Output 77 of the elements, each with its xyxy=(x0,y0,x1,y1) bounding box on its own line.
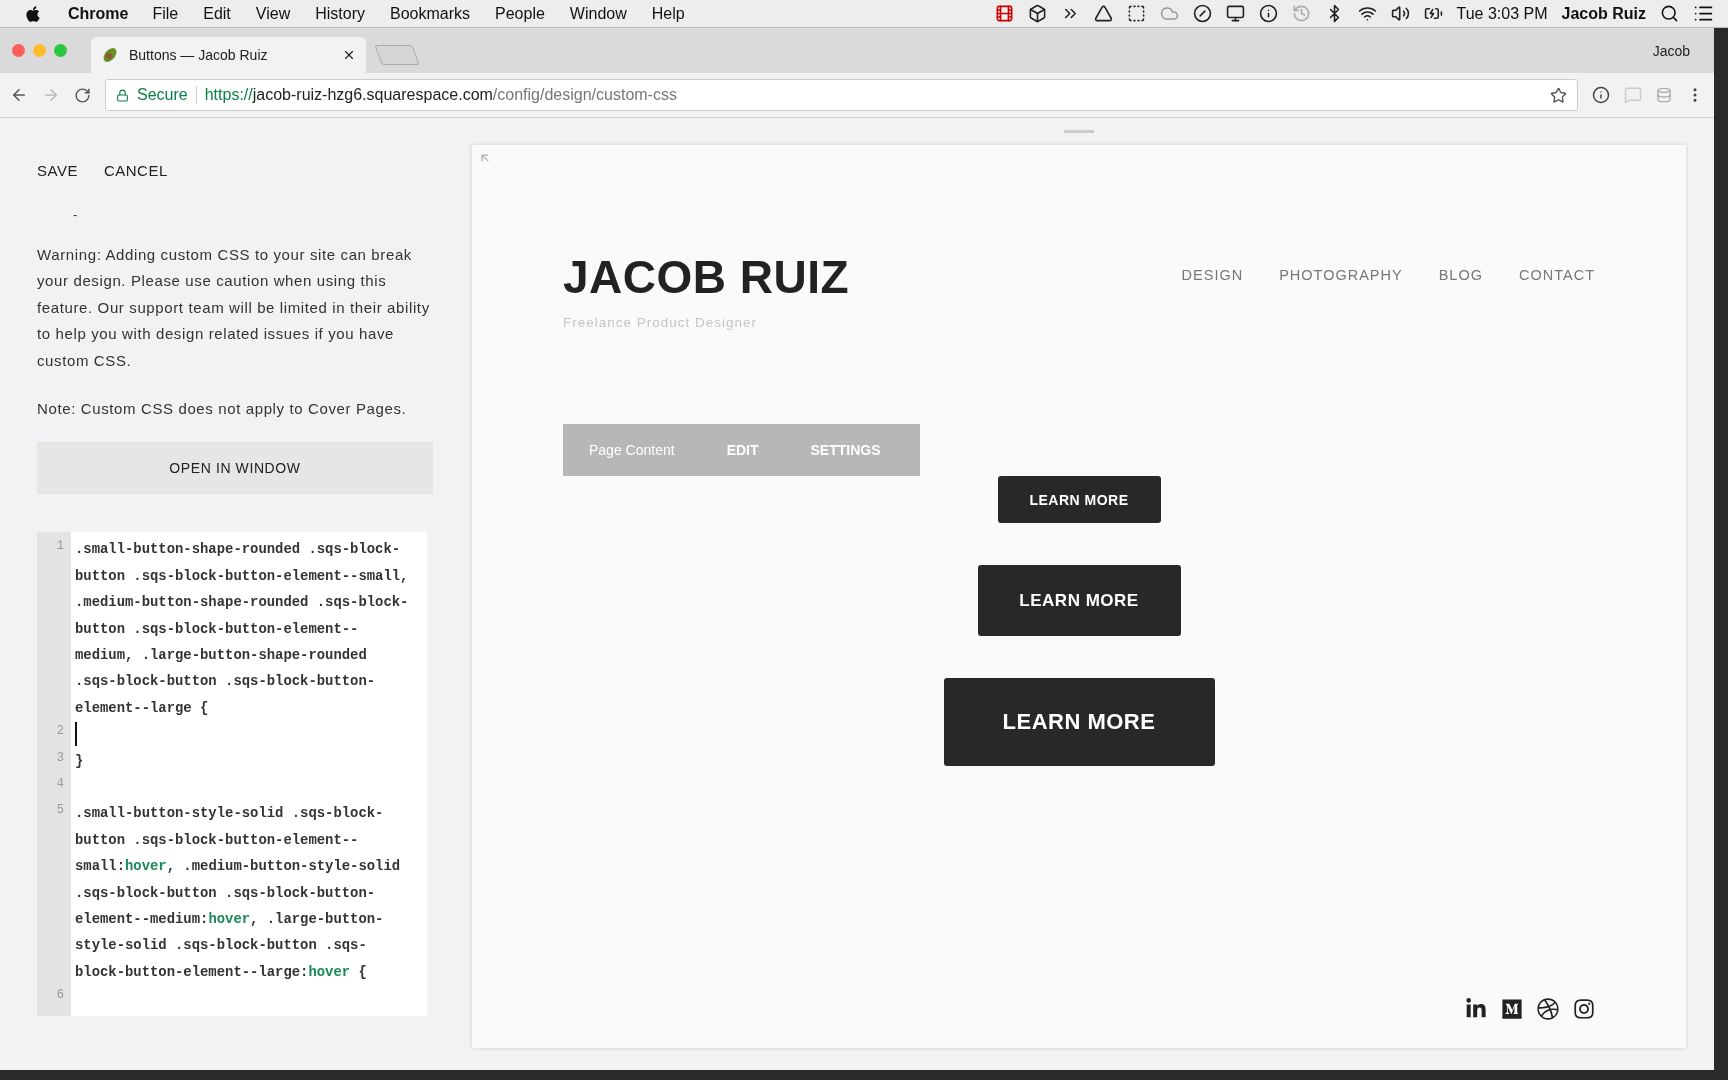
lock-icon xyxy=(116,88,129,102)
back-icon[interactable] xyxy=(10,86,28,104)
line-number: 3 xyxy=(56,750,64,765)
reload-icon[interactable] xyxy=(74,86,91,104)
instagram-icon[interactable] xyxy=(1573,998,1595,1020)
secure-label: Secure xyxy=(137,86,197,104)
code-line: button .sqs-block-button-element-- xyxy=(75,619,359,639)
code-line: element--large { xyxy=(75,698,209,718)
apple-icon[interactable] xyxy=(24,4,42,23)
note-text: Note: Custom CSS does not apply to Cover Pages. xyxy=(37,399,408,420)
close-icon[interactable] xyxy=(342,48,356,62)
code-line: .medium-button-shape-rounded .sqs-block- xyxy=(75,593,409,613)
info-icon[interactable] xyxy=(1592,86,1610,104)
linkedin-icon[interactable] xyxy=(1465,998,1487,1020)
triangle-icon[interactable] xyxy=(1093,4,1113,23)
code-line: small:hover, .medium-button-style-solid xyxy=(75,857,401,877)
nav-link[interactable]: PHOTOGRAPHY xyxy=(1279,267,1403,283)
user-name[interactable]: Jacob Ruiz xyxy=(1561,4,1646,23)
film-icon[interactable] xyxy=(994,4,1014,23)
menu-item[interactable]: Chrome xyxy=(68,4,129,23)
line-number: 5 xyxy=(56,803,64,818)
line-number: 4 xyxy=(56,776,64,791)
menu-item[interactable]: View xyxy=(255,4,291,23)
address-field[interactable]: Secure https://jacob-ruiz-hzg6.squarespace.com/config/design/custom-css xyxy=(105,79,1578,111)
code-line: .sqs-block-button .sqs-block-button- xyxy=(75,672,376,692)
code-line: button .sqs-block-button-element--small, xyxy=(75,566,409,586)
code-line: .small-button-style-solid .sqs-block- xyxy=(75,804,384,824)
square-icon[interactable] xyxy=(1126,4,1146,23)
warning-text: Warning: Adding custom CSS to your site can break your design. Please use caution when using this feature. Our support team will be limited in their ability to help you with design related issues if you have custom CSS. xyxy=(37,245,431,371)
menu-item[interactable]: Window xyxy=(569,4,627,23)
code-line: block-button-element--large:hover { xyxy=(75,962,367,982)
action-link[interactable]: CANCEL xyxy=(103,162,168,179)
menu-item[interactable]: File xyxy=(152,4,179,23)
menu-item[interactable]: People xyxy=(495,4,545,23)
learn-more-button[interactable]: LEARN MORE xyxy=(977,565,1181,636)
volume-icon[interactable] xyxy=(1390,4,1410,23)
code-line: .sqs-block-button .sqs-block-button- xyxy=(75,883,376,903)
url-text: https://jacob-ruiz-hzg6.squarespace.com/config/design/custom-css xyxy=(204,86,677,104)
profile-name[interactable]: Jacob xyxy=(1652,42,1690,59)
menu-item[interactable]: History xyxy=(315,4,365,23)
line-number: 2 xyxy=(56,724,64,739)
learn-more-button[interactable]: LEARN MORE xyxy=(943,678,1215,766)
code-line: element--medium:hover, .large-button- xyxy=(75,909,384,929)
star-icon[interactable] xyxy=(1550,86,1567,104)
menu-item[interactable]: Help xyxy=(651,4,685,23)
code-line: medium, .large-button-shape-rounded xyxy=(75,646,367,665)
menu-item[interactable]: Edit xyxy=(203,4,231,23)
nav-link[interactable]: DESIGN xyxy=(1181,267,1244,283)
line-number: 1 xyxy=(56,539,64,554)
clock[interactable]: Tue 3:03 PM xyxy=(1456,4,1548,23)
box-icon[interactable] xyxy=(1027,4,1047,23)
monitor-icon[interactable] xyxy=(1225,4,1245,23)
nav-link[interactable]: BLOG xyxy=(1438,267,1483,283)
resize-handle[interactable] xyxy=(1064,130,1094,133)
dash-mark: - xyxy=(73,207,78,222)
action-link[interactable]: SAVE xyxy=(37,162,78,179)
dribbble-icon[interactable] xyxy=(1537,998,1559,1020)
medium-icon[interactable] xyxy=(1501,998,1523,1020)
code-editor[interactable] xyxy=(37,532,427,1017)
menu-item[interactable]: Bookmarks xyxy=(390,4,470,23)
wifi-icon[interactable] xyxy=(1357,4,1377,23)
browser-tab[interactable]: Buttons — Jacob Ruiz xyxy=(91,37,366,73)
open-in-window-button[interactable]: OPEN IN WINDOW xyxy=(37,442,433,495)
code-line: button .sqs-block-button-element-- xyxy=(75,830,359,850)
circle-slash-icon[interactable] xyxy=(1192,4,1212,23)
site-title: JACOB RUIZ xyxy=(563,250,850,305)
tab-title: Buttons — Jacob Ruiz xyxy=(129,47,269,63)
avocado-icon xyxy=(101,46,119,64)
code-line: } xyxy=(75,751,84,771)
code-line: .small-button-shape-rounded .sqs-block- xyxy=(75,540,401,560)
search-icon[interactable] xyxy=(1660,4,1679,23)
site-tagline: Freelance Product Designer xyxy=(563,315,759,330)
line-number: 6 xyxy=(56,988,64,1003)
code-line: style-solid .sqs-block-button .sqs- xyxy=(75,936,367,956)
learn-more-button[interactable]: LEARN MORE xyxy=(997,476,1161,523)
nav-link[interactable]: CONTACT xyxy=(1519,267,1595,283)
info-icon[interactable] xyxy=(1258,4,1278,23)
